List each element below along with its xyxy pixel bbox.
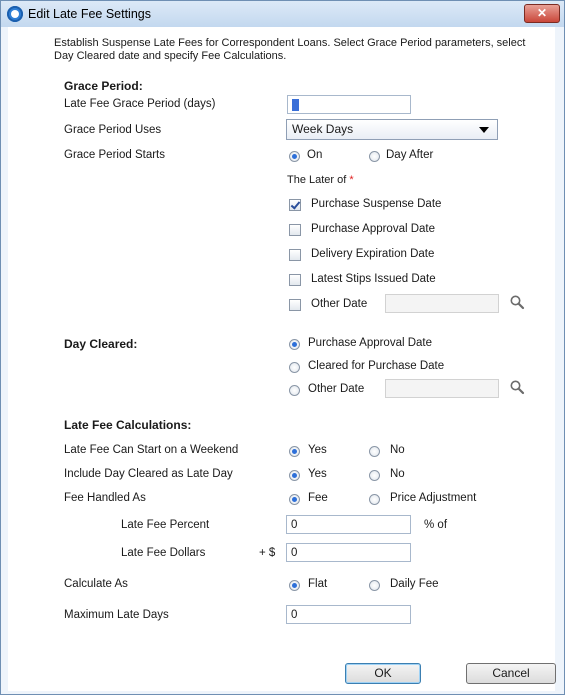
include-no-radio[interactable]	[369, 470, 380, 481]
weekend-no-radio[interactable]	[369, 446, 380, 457]
grace-days-label: Late Fee Grace Period (days)	[64, 98, 216, 110]
grace-period-heading: Grace Period:	[64, 79, 143, 93]
percent-input[interactable]: 0	[286, 515, 411, 534]
handled-fee-radio[interactable]	[289, 494, 300, 505]
grace-uses-value: Week Days	[292, 122, 354, 136]
latest-stips-checkbox[interactable]	[289, 274, 301, 286]
ok-button[interactable]: OK	[345, 663, 421, 684]
later-of-label: The Later of *	[287, 174, 354, 186]
description-text: Establish Suspense Late Fees for Corresp…	[54, 37, 526, 62]
weekend-yes-label: Yes	[308, 444, 327, 456]
dollars-input[interactable]: 0	[286, 543, 411, 562]
grace-starts-on-label: On	[307, 149, 323, 161]
calculations-heading: Late Fee Calculations:	[64, 418, 192, 432]
grace-other-date-input[interactable]	[385, 294, 499, 313]
calc-as-label: Calculate As	[64, 578, 128, 590]
cleared-other-date-input[interactable]	[385, 379, 499, 398]
weekend-yes-radio[interactable]	[289, 446, 300, 457]
purchase-suspense-checkbox[interactable]	[289, 199, 301, 211]
fee-handled-label: Fee Handled As	[64, 492, 146, 504]
app-icon	[7, 6, 23, 22]
latest-stips-label: Latest Stips Issued Date	[311, 273, 436, 285]
cleared-purchase-approval-radio[interactable]	[289, 339, 300, 350]
grace-uses-dropdown[interactable]: Week Days	[286, 119, 498, 140]
cleared-other-date-radio[interactable]	[289, 385, 300, 396]
other-date-checkbox[interactable]	[289, 299, 301, 311]
include-yes-radio[interactable]	[289, 470, 300, 481]
calc-daily-label: Daily Fee	[390, 578, 439, 590]
cleared-for-purchase-label: Cleared for Purchase Date	[308, 360, 445, 372]
include-day-label: Include Day Cleared as Late Day	[64, 468, 233, 480]
close-icon: ✕	[536, 6, 548, 20]
include-yes-label: Yes	[308, 468, 327, 480]
grace-starts-on-radio[interactable]	[289, 151, 300, 162]
delivery-expiration-label: Delivery Expiration Date	[311, 248, 435, 260]
weekend-no-label: No	[390, 444, 405, 456]
grace-days-input[interactable]: 0	[287, 95, 411, 114]
magnifier-icon[interactable]	[509, 379, 525, 395]
other-date-label: Other Date	[311, 298, 368, 310]
weekend-label: Late Fee Can Start on a Weekend	[64, 444, 239, 456]
handled-price-radio[interactable]	[369, 494, 380, 505]
percent-of-label: % of	[424, 519, 448, 531]
cleared-purchase-approval-label: Purchase Approval Date	[308, 337, 433, 349]
calc-daily-radio[interactable]	[369, 580, 380, 591]
later-of-text: The Later of	[287, 174, 347, 186]
max-days-label: Maximum Late Days	[64, 609, 169, 621]
dollars-label: Late Fee Dollars	[121, 547, 206, 559]
purchase-suspense-label: Purchase Suspense Date	[311, 198, 442, 210]
day-cleared-heading: Day Cleared:	[64, 337, 138, 351]
cancel-button[interactable]: Cancel	[466, 663, 556, 684]
dollars-prefix: + $	[259, 547, 276, 559]
cleared-other-date-label: Other Date	[308, 383, 365, 395]
grace-starts-day-after-label: Day After	[386, 149, 434, 161]
chevron-down-icon	[479, 127, 489, 133]
grace-starts-label: Grace Period Starts	[64, 149, 165, 161]
purchase-approval-checkbox[interactable]	[289, 224, 301, 236]
max-days-input[interactable]: 0	[286, 605, 411, 624]
cleared-for-purchase-radio[interactable]	[289, 362, 300, 373]
calc-flat-label: Flat	[308, 578, 328, 590]
grace-uses-label: Grace Period Uses	[64, 124, 162, 136]
purchase-approval-label: Purchase Approval Date	[311, 223, 436, 235]
title-bar[interactable]: Edit Late Fee Settings ✕	[1, 1, 564, 27]
delivery-expiration-checkbox[interactable]	[289, 249, 301, 261]
required-mark: *	[349, 174, 354, 186]
close-button[interactable]: ✕	[524, 4, 560, 23]
grace-starts-day-after-radio[interactable]	[369, 151, 380, 162]
calc-flat-radio[interactable]	[289, 580, 300, 591]
handled-price-label: Price Adjustment	[390, 492, 477, 504]
window-title: Edit Late Fee Settings	[28, 7, 151, 21]
percent-label: Late Fee Percent	[121, 519, 210, 531]
include-no-label: No	[390, 468, 405, 480]
handled-fee-label: Fee	[308, 492, 328, 504]
text-cursor	[292, 98, 299, 111]
magnifier-icon[interactable]	[509, 294, 525, 310]
